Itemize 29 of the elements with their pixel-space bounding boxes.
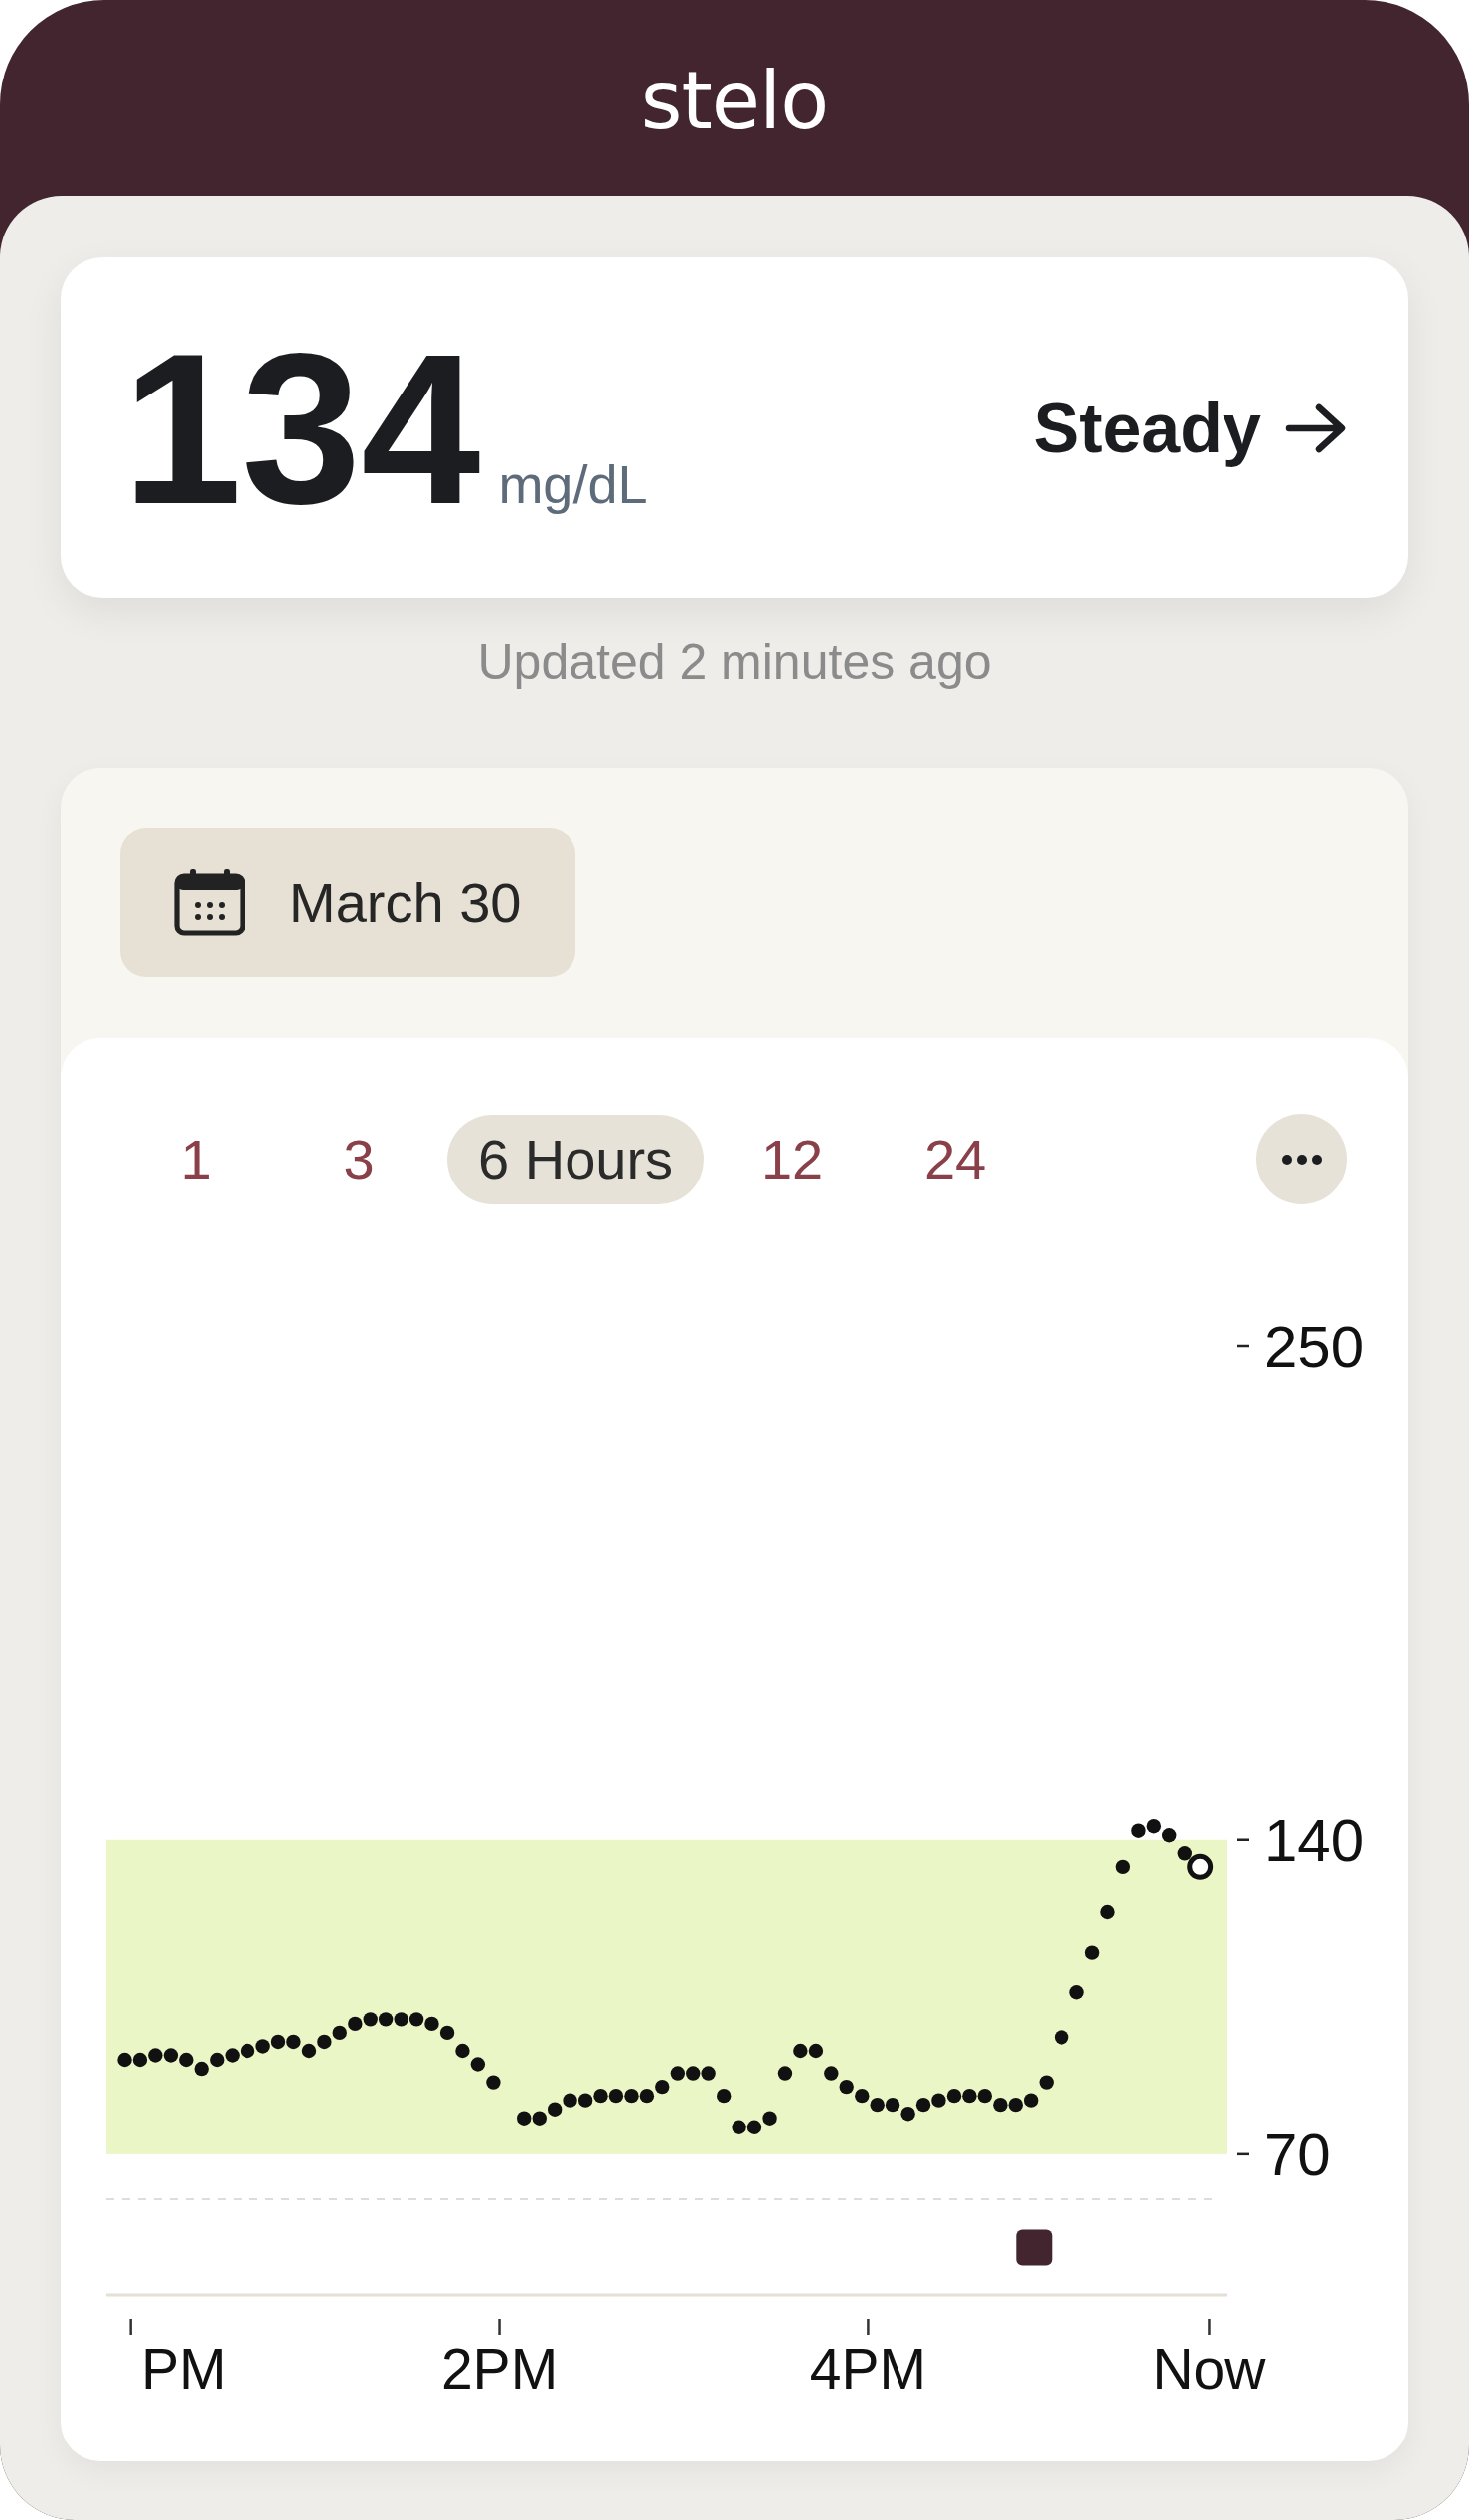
- glucose-value: 134: [122, 320, 482, 536]
- time-range-tab[interactable]: 1: [121, 1114, 270, 1204]
- tick-mark: [129, 2319, 132, 2335]
- event-marker-icon: [1016, 2229, 1053, 2266]
- y-axis-label: 250: [1264, 1314, 1365, 1380]
- date-button[interactable]: March 30: [120, 828, 575, 977]
- trend-label: Steady: [1033, 388, 1261, 468]
- tick-mark: [1237, 1344, 1249, 1348]
- x-axis-label: Now: [1152, 2337, 1266, 2401]
- tick-mark: [498, 2319, 501, 2335]
- x-axis-label: 4PM: [809, 2337, 926, 2401]
- tick-mark: [867, 2319, 870, 2335]
- app-logo: stelo: [640, 61, 829, 141]
- time-range-tab[interactable]: 6 Hours: [447, 1114, 705, 1204]
- time-range-tab[interactable]: 24: [881, 1114, 1031, 1204]
- tick-mark: [1237, 2152, 1249, 2156]
- updated-time: Updated 2 minutes ago: [476, 633, 993, 692]
- time-range-tab[interactable]: 12: [718, 1114, 868, 1204]
- x-axis-label: PM: [141, 2337, 227, 2401]
- tick-mark: [1208, 2319, 1211, 2335]
- glucose-unit: mg/dL: [498, 452, 648, 515]
- calendar-icon: [174, 868, 245, 936]
- more-icon: [1281, 1154, 1322, 1165]
- y-axis-label: 70: [1264, 2121, 1331, 2188]
- y-axis-label: 140: [1264, 1807, 1365, 1874]
- tick-mark: [1237, 1838, 1249, 1841]
- time-range-tab[interactable]: 3: [284, 1114, 433, 1204]
- arrow-right-icon: [1285, 402, 1347, 453]
- x-axis-label: 2PM: [440, 2337, 559, 2401]
